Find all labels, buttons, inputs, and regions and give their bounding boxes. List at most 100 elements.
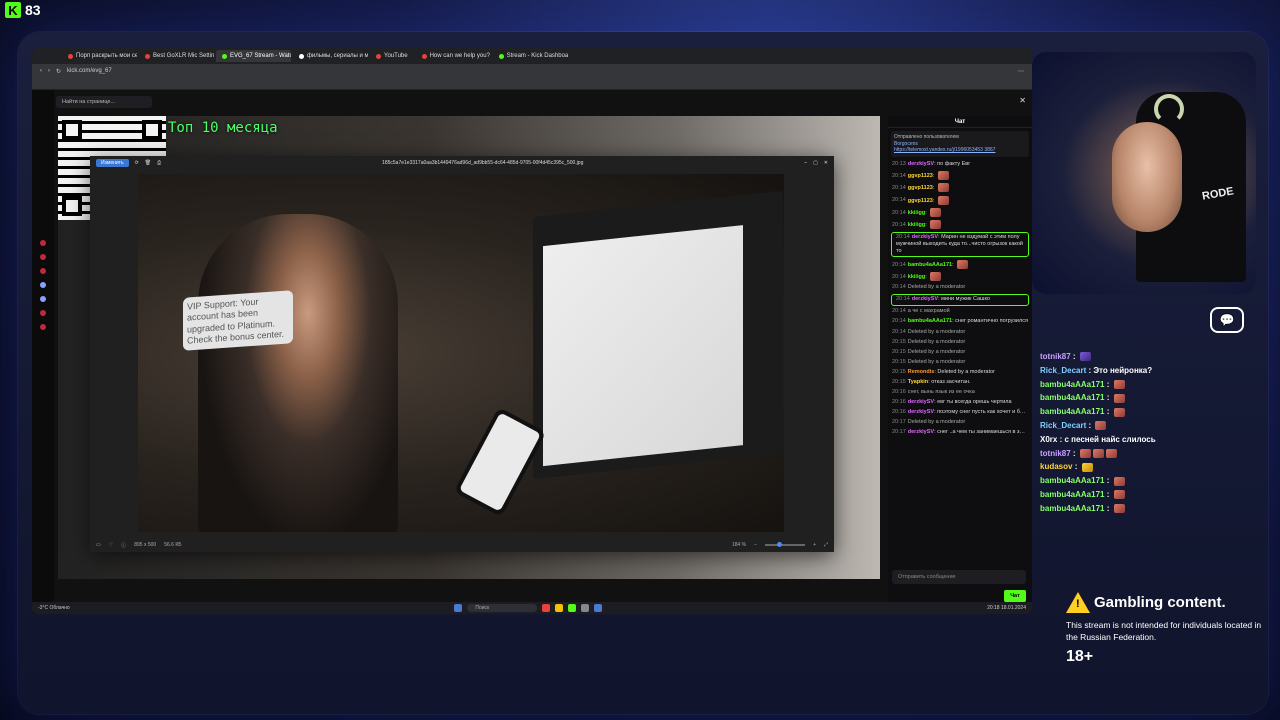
message-user[interactable]: derzkiySV bbox=[908, 409, 934, 415]
chat-message: 20:15 Remondis: Deleted by a moderator bbox=[892, 368, 995, 375]
chat-message: 20:17 Deleted by a moderator bbox=[888, 418, 1032, 428]
maximize-icon[interactable]: ▢ bbox=[813, 160, 818, 166]
app-icon[interactable] bbox=[555, 604, 564, 612]
browser-tab[interactable]: How can we help you? - bbox=[416, 50, 491, 62]
message-time: 20:14 bbox=[892, 185, 906, 192]
app-icon[interactable] bbox=[594, 604, 603, 612]
message-text: Deleted by a moderator bbox=[937, 368, 995, 375]
rail-item[interactable] bbox=[40, 296, 46, 302]
message-user[interactable]: bambu4aAAa171 bbox=[908, 318, 952, 324]
filmstrip-icon[interactable]: ▭ bbox=[96, 542, 101, 548]
message-user[interactable]: kkiiigg bbox=[908, 210, 925, 216]
chat-message: 20:15 Tyapkin: отказ засчитан. bbox=[892, 378, 971, 385]
extensions-icon[interactable]: ⋯ bbox=[1018, 68, 1024, 75]
message-user[interactable]: Remondis bbox=[908, 369, 935, 375]
gambling-notice: ! Gambling content. This stream is not i… bbox=[1066, 592, 1266, 666]
message-time: 20:14 bbox=[896, 296, 910, 303]
rail-item[interactable] bbox=[40, 282, 46, 288]
emote-icon bbox=[930, 272, 942, 282]
find-input[interactable]: Найти на странице... bbox=[56, 96, 152, 108]
overlay-chat-message: Rick_Decart : Это нейронка? bbox=[1040, 365, 1153, 375]
print-icon[interactable]: ⎙ bbox=[157, 160, 161, 166]
start-icon[interactable] bbox=[454, 604, 463, 612]
message-user[interactable]: derzkiySV bbox=[912, 234, 938, 240]
browser-tab[interactable]: Stream - Kick Dashboard bbox=[493, 50, 568, 62]
forward-icon[interactable]: › bbox=[48, 68, 50, 74]
pinned-link[interactable]: https://telemost.yandex.ru/j/1996053453 … bbox=[894, 147, 1026, 154]
address-bar[interactable]: ‹ › ↻ kick.com/evg_67 ⋯ bbox=[32, 64, 1032, 78]
file-name: 185c5a7e1e3317a0aa3b1449476ad96d_ad9bb55… bbox=[382, 160, 584, 166]
browser-tab[interactable]: фильмы, сериалы и муз bbox=[293, 50, 368, 62]
info-icon[interactable]: ⓘ bbox=[121, 542, 126, 549]
chat-message: 20:14 ggvp1123: bbox=[888, 182, 1032, 194]
minimize-icon[interactable]: – bbox=[804, 160, 807, 166]
edit-button[interactable]: Изменить bbox=[96, 159, 129, 167]
message-user[interactable]: bambu4aAAa171 bbox=[908, 262, 952, 268]
message-user[interactable]: kkiiigg bbox=[908, 274, 925, 280]
zoom-slider[interactable] bbox=[765, 542, 806, 547]
delete-icon[interactable]: 🗑 bbox=[145, 160, 151, 166]
message-user[interactable]: derzkiySV bbox=[912, 296, 938, 302]
back-icon[interactable]: ‹ bbox=[40, 68, 42, 74]
emote-icon bbox=[937, 183, 949, 193]
message-time: 20:14 bbox=[892, 221, 906, 228]
browser-tab[interactable]: EVG_67 Stream - Watch bbox=[216, 50, 291, 62]
age-rating: 18+ bbox=[1066, 648, 1094, 665]
overlay-chat-message: X0rx : с песней найс слилось bbox=[1040, 434, 1156, 444]
rail-item[interactable] bbox=[40, 324, 46, 330]
overlay-chat-message: Rick_Decart : bbox=[1040, 419, 1260, 433]
browser-tab[interactable]: Best GoXLR Mic Settings bbox=[139, 50, 214, 62]
weather-widget[interactable]: -3°C Облачно bbox=[38, 605, 70, 611]
message-time: 20:15 bbox=[892, 378, 906, 385]
message-time: 20:17 bbox=[892, 429, 906, 436]
message-time: 20:14 bbox=[892, 318, 906, 325]
message-user[interactable]: derzkiySV bbox=[908, 161, 934, 167]
rotate-icon[interactable]: ⟳ bbox=[135, 160, 139, 166]
message-user[interactable]: derzkiySV bbox=[908, 399, 934, 405]
overlay-chat-user: Rick_Decart bbox=[1040, 420, 1087, 430]
message-time: 20:13 bbox=[892, 161, 906, 168]
clock[interactable]: 20:18 18.01.2024 bbox=[987, 605, 1026, 611]
rail-item[interactable] bbox=[40, 240, 46, 246]
overlay-chat-user: Rick_Decart bbox=[1040, 365, 1087, 375]
chat-input[interactable]: Отправить сообщение bbox=[892, 570, 1026, 584]
stream-video[interactable]: Топ 10 месяца Изменить ⟳ 🗑 ⎙ 185c5a7e1e3… bbox=[58, 116, 880, 579]
close-icon[interactable]: ✕ bbox=[1019, 96, 1026, 105]
close-icon[interactable]: ✕ bbox=[824, 160, 828, 166]
zoom-out-icon[interactable]: − bbox=[754, 542, 757, 548]
message-user[interactable]: kkiiigg bbox=[908, 222, 925, 228]
browser-tab[interactable]: Порп раскрыть мои сек bbox=[62, 50, 137, 62]
app-icon[interactable] bbox=[581, 604, 590, 612]
message-user[interactable]: derzkiySV bbox=[908, 429, 934, 435]
rail-item[interactable] bbox=[40, 254, 46, 260]
browser-tabbar: Порп раскрыть мои сек Best GoXLR Mic Sett… bbox=[32, 48, 1032, 64]
message-user[interactable]: ggvp1123 bbox=[908, 197, 933, 203]
overlay-chat-message: totnik87 : bbox=[1040, 350, 1260, 364]
browser-tab[interactable]: YouTube bbox=[370, 50, 414, 62]
viewer-counter: K 83 bbox=[5, 2, 41, 18]
chat-message: 20:15 Deleted by a moderator bbox=[888, 357, 1032, 367]
message-text: Deleted by a moderator bbox=[907, 419, 966, 426]
app-icon[interactable] bbox=[568, 604, 577, 612]
app-icon[interactable] bbox=[542, 604, 551, 612]
rail-item[interactable] bbox=[40, 310, 46, 316]
rail-item[interactable] bbox=[40, 268, 46, 274]
chat-message: 20:14 Deleted by a moderator bbox=[888, 327, 1032, 337]
favorite-icon[interactable]: ♡ bbox=[109, 542, 113, 548]
message-user[interactable]: ggvp1123 bbox=[908, 185, 933, 191]
gambling-title: Gambling content. bbox=[1094, 594, 1226, 611]
message-text: Deleted by a moderator bbox=[907, 348, 966, 355]
message-user[interactable]: Tyapkin bbox=[908, 379, 928, 385]
tab-favicon bbox=[145, 53, 150, 59]
overlay-chat-message: bambu4aAAa171 : bbox=[1040, 488, 1260, 502]
fullscreen-icon[interactable]: ⤢ bbox=[824, 542, 828, 548]
chat-send-button[interactable]: Чат bbox=[1004, 590, 1026, 602]
message-user[interactable]: ggvp1123 bbox=[908, 173, 933, 179]
tab-label: Best GoXLR Mic Settings bbox=[153, 53, 214, 59]
zoom-in-icon[interactable]: + bbox=[813, 542, 816, 548]
photo-monitor bbox=[533, 190, 783, 480]
reload-icon[interactable]: ↻ bbox=[56, 68, 61, 75]
taskbar-search[interactable]: Поиск bbox=[467, 604, 538, 612]
tab-favicon bbox=[68, 53, 73, 59]
url-text[interactable]: kick.com/evg_67 bbox=[67, 68, 1012, 74]
